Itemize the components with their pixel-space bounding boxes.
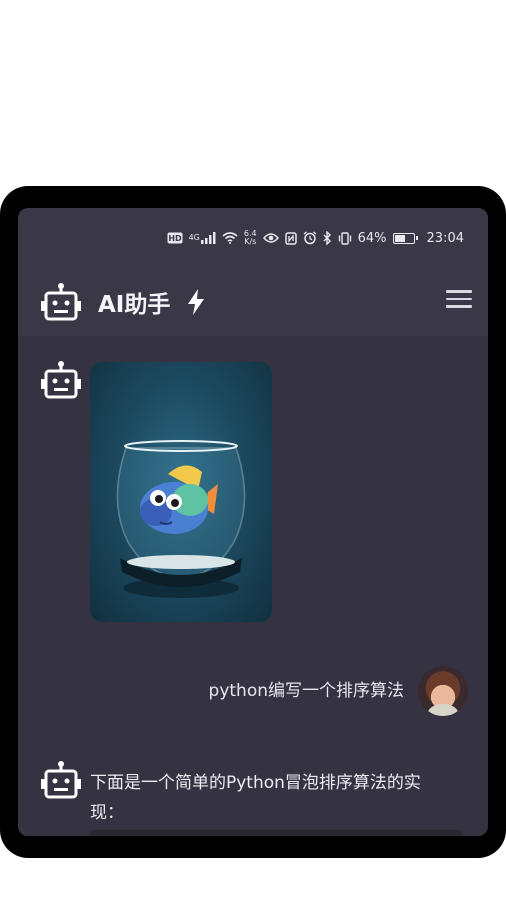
network-speed: 6.4 K/s	[244, 227, 257, 249]
network-type-label: 4G	[188, 233, 200, 242]
user-message: python编写一个排序算法	[208, 681, 404, 701]
battery-icon	[392, 232, 418, 244]
code-block	[90, 830, 462, 836]
bot-avatar-robot-icon-2	[41, 761, 81, 799]
bot-message: 下面是一个简单的Python冒泡排序算法的实现：	[90, 773, 421, 823]
robot-icon	[41, 283, 81, 321]
cellular-signal-icon: 4G	[189, 231, 216, 245]
svg-text:HD: HD	[168, 234, 182, 243]
bolt-icon	[188, 289, 205, 315]
bluetooth-icon	[323, 231, 332, 245]
vibrate-icon	[338, 231, 352, 245]
menu-button[interactable]	[446, 290, 472, 312]
battery-percent: 64%	[357, 230, 387, 246]
generated-image[interactable]	[90, 362, 272, 622]
chat-area[interactable]: python编写一个排序算法 下面是一个简单的Python冒泡排序算法的实现：	[18, 336, 488, 836]
alarm-icon	[303, 231, 317, 245]
app-screen: HD 4G 6.4 K/s 64% 23:04 AI助手 python编写一个排…	[18, 208, 488, 836]
user-avatar[interactable]	[418, 666, 468, 716]
app-header: AI助手	[18, 268, 488, 336]
eye-icon	[262, 231, 279, 245]
bot-avatar-robot-icon	[41, 361, 81, 399]
status-bar: HD 4G 6.4 K/s 64% 23:04	[18, 208, 488, 268]
page-title: AI助手	[98, 292, 171, 318]
hd-icon: HD	[167, 231, 183, 245]
wifi-icon	[222, 231, 238, 245]
clock: 23:04	[426, 230, 464, 246]
fishbowl-image	[116, 440, 246, 598]
nfc-icon	[284, 231, 297, 245]
speed-unit: K/s	[244, 237, 257, 246]
hamburger-menu-icon	[446, 290, 472, 293]
